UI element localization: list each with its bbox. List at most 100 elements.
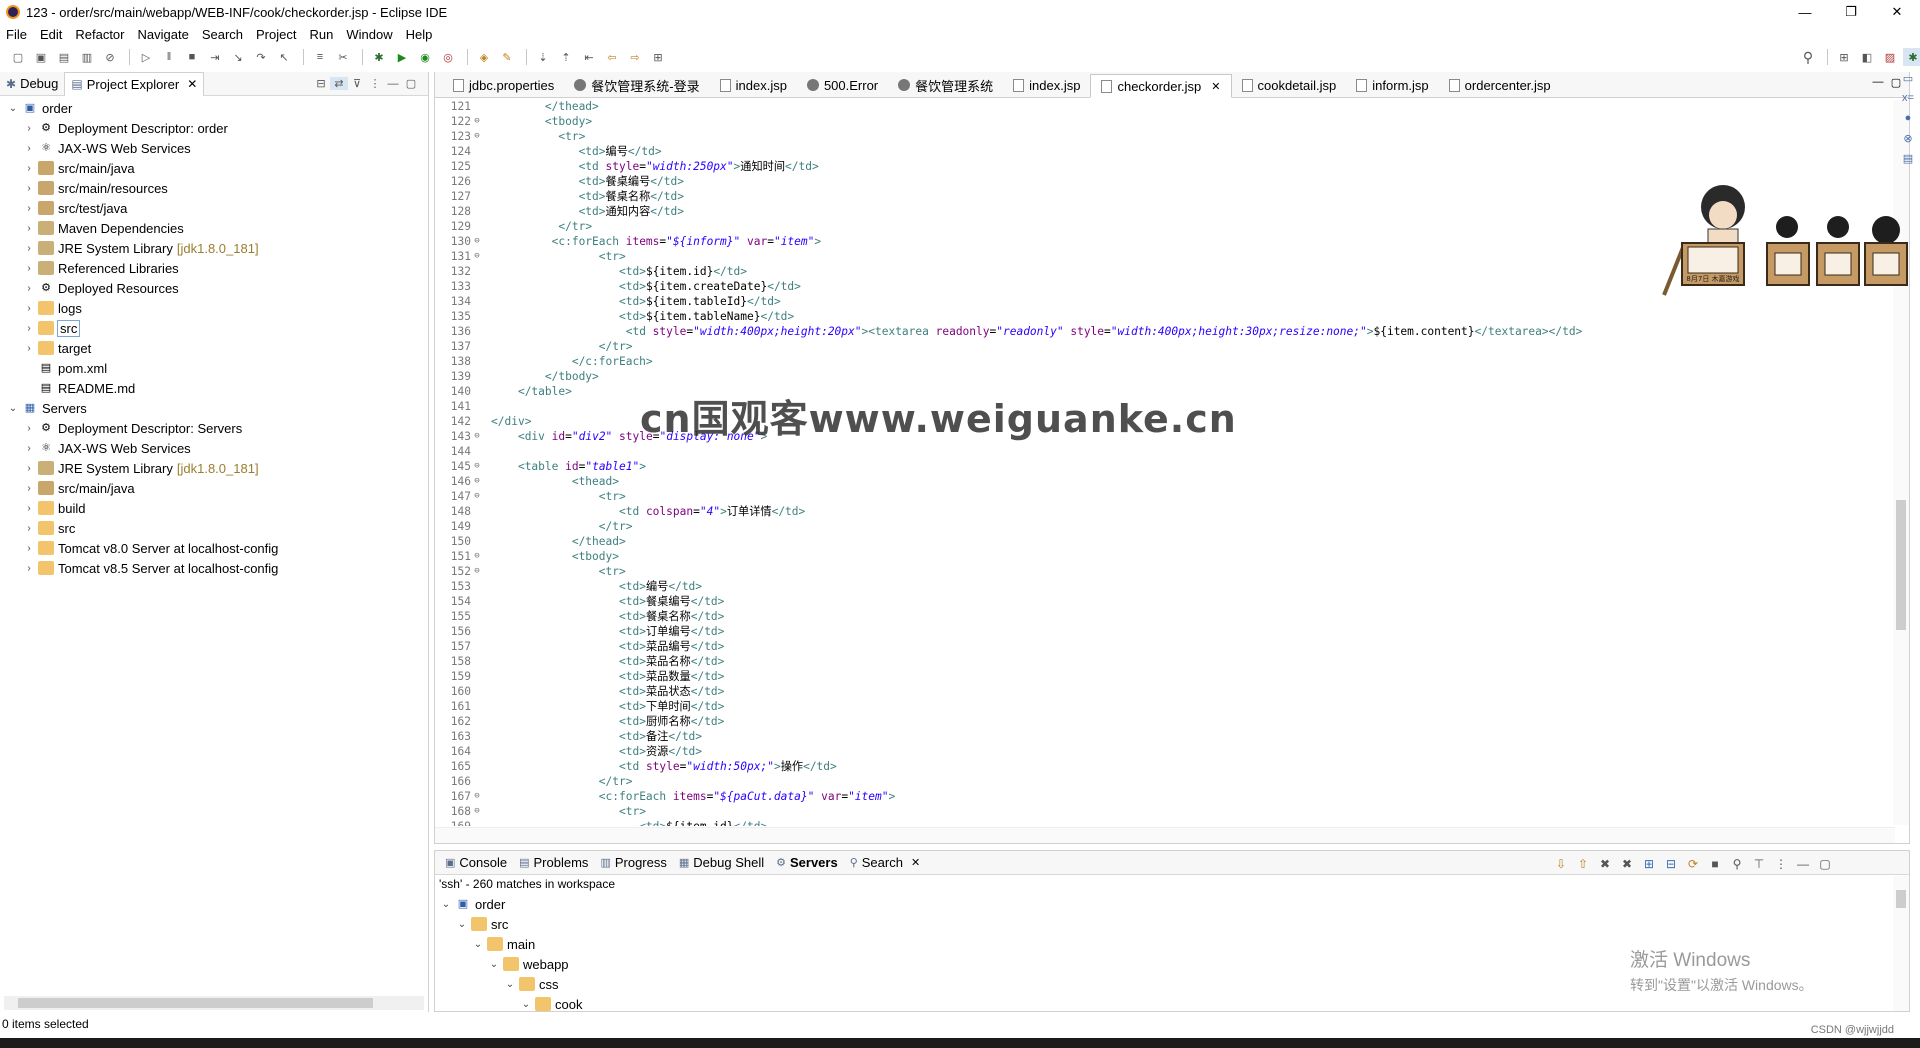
cancel-search-icon[interactable]: ■ (1704, 857, 1726, 871)
filter-icon[interactable]: ⊽ (348, 77, 366, 90)
menu-run[interactable]: Run (309, 27, 333, 42)
menu-window[interactable]: Window (346, 27, 392, 42)
run-icon[interactable]: ▶ (392, 48, 412, 66)
code-line[interactable]: 169 <td>${item.id}</td> (435, 819, 1890, 826)
vertical-scrollbar[interactable] (1893, 876, 1909, 1011)
code-line[interactable]: 161 <td>下单时间</td> (435, 699, 1890, 714)
editor-tab[interactable]: ordercenter.jsp (1439, 73, 1561, 97)
code-line[interactable]: 152 ⊖ <tr> (435, 564, 1890, 579)
open-task-icon[interactable]: ✎ (497, 48, 517, 66)
tree-item[interactable]: › build (0, 498, 428, 518)
minimize-button[interactable]: — (1782, 0, 1828, 24)
code-line[interactable]: 158 <td>菜品名称</td> (435, 654, 1890, 669)
tree-item[interactable]: ⌄ ▦ Servers (0, 398, 428, 418)
code-line[interactable]: 147 ⊖ <tr> (435, 489, 1890, 504)
code-line[interactable]: 123 ⊖ <tr> (435, 129, 1890, 144)
code-line[interactable]: 135 <td>${item.tableName}</td> (435, 309, 1890, 324)
chevron-down-icon[interactable]: ⌄ (503, 979, 517, 990)
chevron-down-icon[interactable]: ⌄ (471, 939, 485, 950)
tree-item[interactable]: › logs (0, 298, 428, 318)
search-icon[interactable]: ⚲ (1798, 48, 1818, 66)
chevron-down-icon[interactable]: ⌄ (455, 919, 469, 930)
restore-icon[interactable]: ▭ (1903, 72, 1913, 92)
tab-debug[interactable]: ✱ Debug (0, 72, 64, 96)
collapse-all-icon[interactable]: ⊟ (1660, 857, 1682, 871)
code-line[interactable]: 164 <td>资源</td> (435, 744, 1890, 759)
fold-toggle-icon[interactable]: ⊖ (471, 804, 483, 819)
chevron-down-icon[interactable]: ⌄ (439, 899, 453, 910)
close-icon[interactable]: ✕ (187, 77, 197, 91)
tree-item[interactable]: › target (0, 338, 428, 358)
editor-tab[interactable]: 餐饮管理系统-登录 (564, 73, 709, 97)
last-edit-icon[interactable]: ⇤ (579, 48, 599, 66)
fold-toggle-icon[interactable]: ⊖ (471, 549, 483, 564)
tab-project-explorer[interactable]: ▤ Project Explorer ✕ (64, 71, 205, 96)
editor-tab[interactable]: cookdetail.jsp (1232, 73, 1347, 97)
save-icon[interactable]: ▣ (31, 48, 51, 66)
menu-search[interactable]: Search (202, 27, 243, 42)
code-line[interactable]: 159 <td>菜品数量</td> (435, 669, 1890, 684)
tree-item[interactable]: ⌄ ▣ order (435, 894, 1909, 914)
maximize-icon[interactable]: ▢ (1814, 857, 1836, 871)
tree-item[interactable]: › JRE System Library [jdk1.8.0_181] (0, 238, 428, 258)
tree-item[interactable]: › ⚙ Deployment Descriptor: Servers (0, 418, 428, 438)
editor-tab[interactable]: checkorder.jsp ✕ (1090, 74, 1232, 98)
chevron-right-icon[interactable]: › (22, 483, 36, 494)
code-line[interactable]: 144 (435, 444, 1890, 459)
next-match-icon[interactable]: ⇩ (1550, 857, 1572, 871)
remove-match-icon[interactable]: ✖ (1594, 857, 1616, 871)
annotation-next-icon[interactable]: ⇣ (533, 48, 553, 66)
tree-item[interactable]: › src (0, 518, 428, 538)
code-line[interactable]: 124 <td>编号</td> (435, 144, 1890, 159)
build-icon[interactable]: ≡ (310, 48, 330, 66)
tree-item[interactable]: › src/main/java (0, 478, 428, 498)
code-line[interactable]: 155 <td>餐桌名称</td> (435, 609, 1890, 624)
code-line[interactable]: 150 </thead> (435, 534, 1890, 549)
tree-item[interactable]: ▤ pom.xml (0, 358, 428, 378)
bottom-tab-servers[interactable]: ⚙ Servers (770, 851, 844, 875)
view-menu-icon[interactable]: ⋮ (1770, 857, 1792, 871)
editor-tab[interactable]: 500.Error (797, 73, 888, 97)
chevron-right-icon[interactable]: › (22, 423, 36, 434)
chevron-down-icon[interactable]: ⌄ (6, 103, 20, 114)
tree-item[interactable]: › ⚛ JAX-WS Web Services (0, 138, 428, 158)
scroll-thumb[interactable] (1896, 500, 1906, 630)
coverage-icon[interactable]: ◉ (415, 48, 435, 66)
code-line[interactable]: 162 <td>厨师名称</td> (435, 714, 1890, 729)
code-line[interactable]: 121 </thead> (435, 99, 1890, 114)
bottom-tab-progress[interactable]: ▥ Progress (594, 851, 672, 875)
code-line[interactable]: 154 <td>餐桌编号</td> (435, 594, 1890, 609)
close-icon[interactable]: ✕ (911, 856, 920, 869)
tree-item[interactable]: › src/main/resources (0, 178, 428, 198)
minimize-icon[interactable]: — (1792, 857, 1814, 871)
suspend-icon[interactable]: ‖ (159, 48, 179, 66)
step-over-icon[interactable]: ↷ (251, 48, 271, 66)
code-line[interactable]: 125 <td style="width:250px">通知时间</td> (435, 159, 1890, 174)
editor-tab[interactable]: inform.jsp (1346, 73, 1438, 97)
menu-file[interactable]: File (6, 27, 27, 42)
menu-project[interactable]: Project (256, 27, 296, 42)
forward-icon[interactable]: ⇨ (625, 48, 645, 66)
tree-item[interactable]: › src (0, 318, 428, 338)
tree-item[interactable]: › src/test/java (0, 198, 428, 218)
link-editor-icon[interactable]: ⇄ (330, 77, 348, 90)
code-line[interactable]: 136 <td style="width:400px;height:20px">… (435, 324, 1890, 339)
tree-item[interactable]: › Tomcat v8.0 Server at localhost-config (0, 538, 428, 558)
scroll-thumb[interactable] (18, 998, 373, 1008)
menu-edit[interactable]: Edit (40, 27, 62, 42)
annotation-prev-icon[interactable]: ⇡ (556, 48, 576, 66)
chevron-right-icon[interactable]: › (22, 563, 36, 574)
chevron-right-icon[interactable]: › (22, 203, 36, 214)
expand-all-icon[interactable]: ⊞ (1638, 857, 1660, 871)
bottom-tab-search[interactable]: ⚲ Search ✕ (844, 851, 926, 875)
bottom-tab-console[interactable]: ▣ Console (439, 851, 513, 875)
fold-toggle-icon[interactable]: ⊖ (471, 114, 483, 129)
pin-editor-icon[interactable]: ⊞ (648, 48, 668, 66)
clean-icon[interactable]: ✂ (333, 48, 353, 66)
code-line[interactable]: 167 ⊖ <c:forEach items="${paCut.data}" va… (435, 789, 1890, 804)
minimize-icon[interactable]: — (1869, 76, 1887, 89)
step-return-icon[interactable]: ↖ (274, 48, 294, 66)
fold-toggle-icon[interactable]: ⊖ (471, 249, 483, 264)
code-line[interactable]: 122 ⊖ <tbody> (435, 114, 1890, 129)
run-search-icon[interactable]: ⟳ (1682, 857, 1704, 871)
